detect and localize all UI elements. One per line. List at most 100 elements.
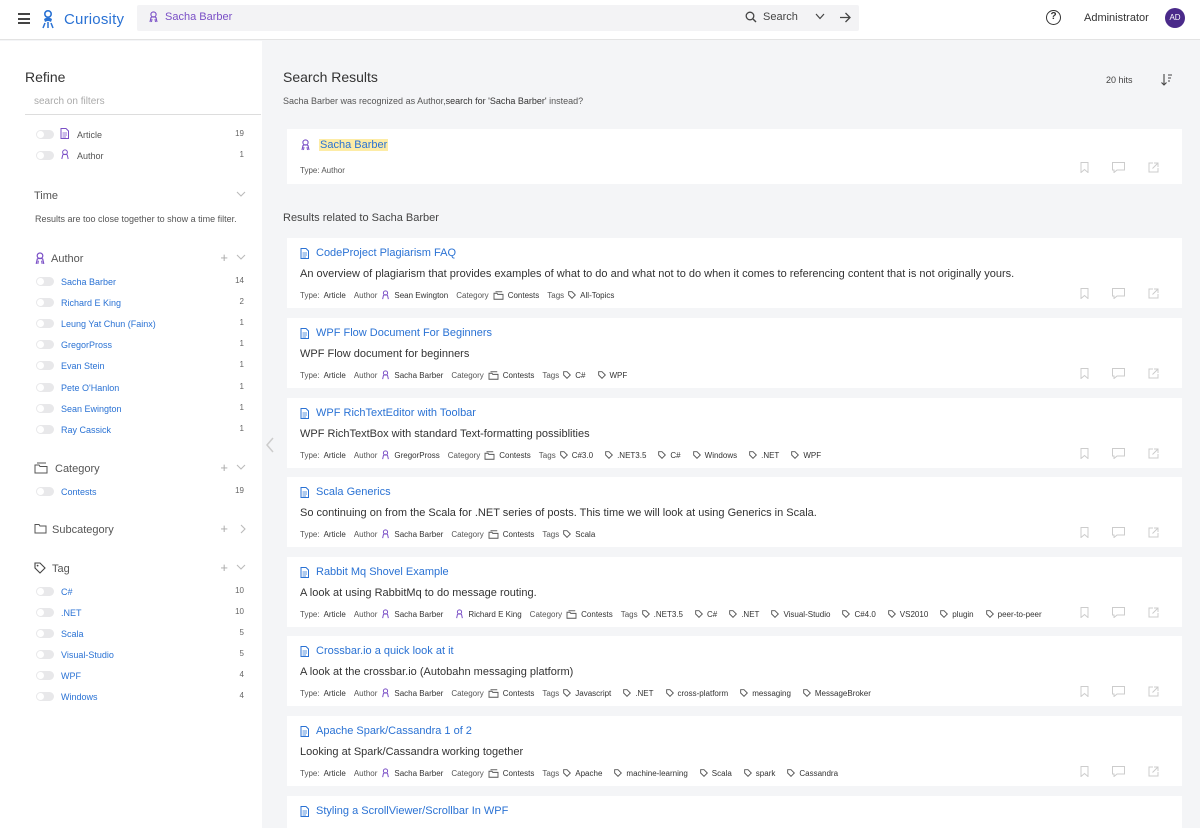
author-filter-item[interactable]: Richard E King 2 [36, 295, 244, 311]
chevron-down-icon[interactable] [236, 191, 246, 197]
meta-category-value[interactable]: Contests [581, 610, 613, 619]
comment-icon[interactable] [1112, 448, 1125, 459]
meta-tag-value[interactable]: C#3.0 [572, 451, 593, 460]
arrow-right-icon[interactable] [839, 12, 851, 23]
result-card[interactable]: Styling a ScrollViewer/Scrollbar In WPF [287, 796, 1182, 828]
filter-search-input[interactable]: search on filters [25, 95, 261, 115]
meta-tag-value[interactable]: Cassandra [799, 769, 838, 778]
plus-icon[interactable]: + [220, 560, 228, 575]
open-external-icon[interactable] [1148, 162, 1159, 173]
meta-tag-value[interactable]: Scala [575, 530, 595, 539]
meta-tag-value[interactable]: .NET [741, 610, 759, 619]
toggle-switch[interactable] [36, 404, 54, 413]
meta-tag-value[interactable]: All-Topics [580, 291, 614, 300]
meta-category-value[interactable]: Contests [503, 769, 535, 778]
result-title[interactable]: CodeProject Plagiarism FAQ [300, 247, 456, 259]
meta-tag-value[interactable]: Windows [705, 451, 737, 460]
toggle-switch[interactable] [36, 650, 54, 659]
author-filter-item[interactable]: GregorPross 1 [36, 337, 244, 353]
toggle-switch[interactable] [36, 277, 54, 286]
result-title[interactable]: Rabbit Mq Shovel Example [300, 566, 449, 578]
bookmark-icon[interactable] [1080, 527, 1089, 538]
meta-author-value[interactable]: Sean Ewington [394, 291, 448, 300]
chevron-down-icon[interactable] [236, 564, 246, 570]
result-title[interactable]: Scala Generics [300, 486, 391, 498]
result-card[interactable]: WPF RichTextEditor with Toolbar WPF RichT… [287, 398, 1182, 468]
toggle-switch[interactable] [36, 340, 54, 349]
result-title-row[interactable]: Sacha Barber [300, 139, 389, 151]
meta-tag-value[interactable]: machine-learning [626, 769, 687, 778]
meta-tag-value[interactable]: plugin [952, 610, 973, 619]
bookmark-icon[interactable] [1080, 607, 1089, 618]
meta-tag-value[interactable]: WPF [610, 371, 628, 380]
category-section-header[interactable]: Category + [34, 460, 246, 477]
meta-tag-value[interactable]: .NET [761, 451, 779, 460]
author-result-name[interactable]: Sacha Barber [319, 139, 389, 151]
meta-category-value[interactable]: Contests [503, 371, 535, 380]
author-filter-item[interactable]: Evan Stein 1 [36, 358, 244, 374]
chevron-down-icon[interactable] [815, 13, 825, 20]
meta-category-value[interactable]: Contests [508, 291, 540, 300]
open-external-icon[interactable] [1148, 448, 1159, 459]
author-result-card[interactable]: Sacha Barber Type: Author [287, 129, 1182, 184]
open-external-icon[interactable] [1148, 686, 1159, 697]
open-external-icon[interactable] [1148, 527, 1159, 538]
comment-icon[interactable] [1112, 686, 1125, 697]
result-card[interactable]: CodeProject Plagiarism FAQ An overview of… [287, 238, 1182, 308]
meta-tag-value[interactable]: messaging [752, 689, 791, 698]
user-name[interactable]: Administrator [1084, 12, 1149, 24]
author-section-header[interactable]: Author + [34, 250, 246, 267]
toggle-switch[interactable] [36, 130, 54, 139]
meta-tag-value[interactable]: .NET3.5 [654, 610, 683, 619]
meta-tag-value[interactable]: Visual-Studio [783, 610, 830, 619]
category-filter-item[interactable]: Contests 19 [36, 484, 244, 500]
result-title-text[interactable]: Apache Spark/Cassandra 1 of 2 [316, 725, 472, 737]
chevron-down-icon[interactable] [236, 254, 246, 260]
tag-filter-item[interactable]: .NET 10 [36, 605, 244, 621]
avatar[interactable]: AD [1165, 8, 1185, 28]
result-title[interactable]: Crossbar.io a quick look at it [300, 645, 454, 657]
type-filter-article[interactable]: Article 19 [36, 127, 244, 143]
result-title[interactable]: Styling a ScrollViewer/Scrollbar In WPF [300, 805, 508, 817]
meta-author-value[interactable]: Richard E King [468, 610, 521, 619]
toggle-switch[interactable] [36, 425, 54, 434]
chevron-down-icon[interactable] [236, 464, 246, 470]
author-filter-item[interactable]: Leung Yat Chun (Fainx) 1 [36, 316, 244, 332]
meta-category-value[interactable]: Contests [503, 530, 535, 539]
result-card[interactable]: Apache Spark/Cassandra 1 of 2 Looking at … [287, 716, 1182, 786]
search-bar[interactable]: Sacha Barber Search [137, 5, 859, 31]
tag-filter-item[interactable]: Windows 4 [36, 689, 244, 705]
collapse-sidebar-icon[interactable] [266, 437, 274, 453]
sort-icon[interactable] [1160, 73, 1173, 86]
result-card[interactable]: Crossbar.io a quick look at it A look at … [287, 636, 1182, 706]
comment-icon[interactable] [1112, 766, 1125, 777]
result-title-text[interactable]: Scala Generics [316, 486, 391, 498]
result-card[interactable]: Rabbit Mq Shovel Example A look at using … [287, 557, 1182, 627]
search-query-chip[interactable]: Sacha Barber [148, 11, 232, 23]
author-filter-item[interactable]: Ray Cassick 1 [36, 422, 244, 438]
meta-tag-value[interactable]: peer-to-peer [998, 610, 1042, 619]
meta-tag-value[interactable]: VS2010 [900, 610, 928, 619]
plus-icon[interactable]: + [220, 521, 228, 536]
bookmark-icon[interactable] [1080, 368, 1089, 379]
result-title[interactable]: WPF Flow Document For Beginners [300, 327, 492, 339]
chevron-right-icon[interactable] [240, 524, 246, 534]
plus-icon[interactable]: + [220, 460, 228, 475]
author-filter-item[interactable]: Sean Ewington 1 [36, 401, 244, 417]
tag-section-header[interactable]: Tag + [34, 560, 246, 577]
meta-author-value[interactable]: Sacha Barber [394, 371, 443, 380]
meta-tag-value[interactable]: WPF [803, 451, 821, 460]
meta-tag-value[interactable]: C# [575, 371, 585, 380]
open-external-icon[interactable] [1148, 288, 1159, 299]
comment-icon[interactable] [1112, 527, 1125, 538]
toggle-switch[interactable] [36, 587, 54, 596]
meta-author-value[interactable]: Sacha Barber [394, 610, 443, 619]
meta-category-value[interactable]: Contests [499, 451, 531, 460]
help-icon[interactable]: ? [1046, 10, 1061, 25]
toggle-switch[interactable] [36, 319, 54, 328]
toggle-switch[interactable] [36, 608, 54, 617]
toggle-switch[interactable] [36, 692, 54, 701]
toggle-switch[interactable] [36, 629, 54, 638]
meta-author-value[interactable]: Sacha Barber [394, 769, 443, 778]
subcategory-section-header[interactable]: Subcategory + [34, 521, 246, 538]
